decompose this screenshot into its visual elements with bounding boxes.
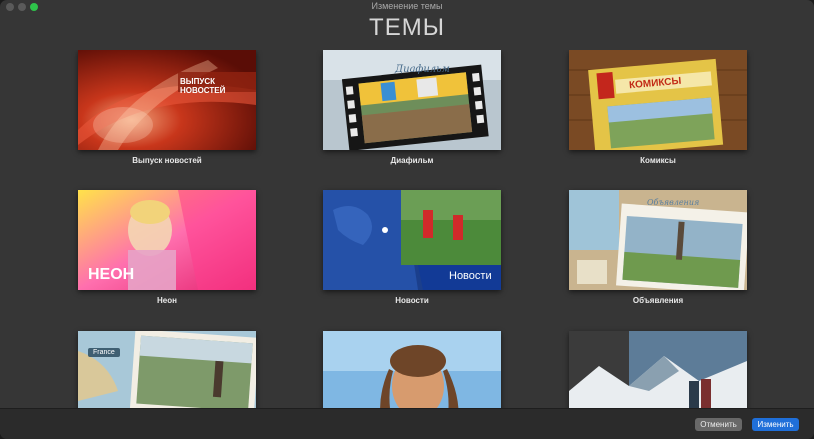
theme-label: Выпуск новостей	[132, 156, 202, 165]
theme-label: Объявления	[632, 296, 684, 305]
neon-overlay-title: НЕОН	[88, 266, 135, 283]
theme-tile-mountains[interactable]	[569, 331, 747, 408]
filmstrip-overlay-title: Диафильм	[395, 64, 450, 75]
window-title: Изменение темы	[371, 1, 443, 11]
theme-tile-travel[interactable]: France	[78, 331, 256, 408]
theme-tile-filmstrip[interactable]: Диафильм	[323, 50, 501, 150]
theme-tile-news-release[interactable]: ВЫПУСК НОВОСТЕЙ	[78, 50, 256, 150]
comics-thumbnail	[569, 50, 747, 150]
page-title: ТЕМЫ	[369, 14, 445, 41]
theme-tile-portrait[interactable]	[323, 331, 501, 408]
title-bar: Изменение темы	[0, 0, 814, 13]
theme-label: Новости	[395, 296, 429, 305]
theme-label: Комиксы	[640, 156, 676, 165]
news-overlay-title: Новости	[449, 270, 492, 282]
travel-thumbnail	[78, 331, 256, 408]
portrait-thumbnail	[323, 331, 501, 408]
bottom-bar: Отменить Изменить	[0, 408, 814, 439]
mountains-thumbnail	[569, 331, 747, 408]
theme-tile-comics[interactable]: КОМИКСЫ	[569, 50, 747, 150]
theme-label: Неон	[157, 296, 177, 305]
change-button[interactable]: Изменить	[752, 418, 799, 431]
theme-tile-bulletin-board[interactable]: Объявления	[569, 190, 747, 290]
theme-tile-neon[interactable]: НЕОН	[78, 190, 256, 290]
cancel-button[interactable]: Отменить	[695, 418, 742, 431]
theme-label: Диафильм	[390, 156, 434, 165]
bulletin-board-overlay-title: Объявления	[647, 198, 700, 207]
travel-overlay-label: France	[88, 348, 120, 357]
theme-tile-news[interactable]: Новости	[323, 190, 501, 290]
theme-grid: ВЫПУСК НОВОСТЕЙ Выпуск новостей Диафильм…	[0, 50, 814, 408]
news-release-thumbnail	[78, 50, 256, 150]
theme-dialog: Изменение темы ТЕМЫ ВЫПУСК НОВОСТЕЙ Выпу…	[0, 0, 814, 439]
news-release-overlay-title: ВЫПУСК НОВОСТЕЙ	[180, 77, 226, 95]
